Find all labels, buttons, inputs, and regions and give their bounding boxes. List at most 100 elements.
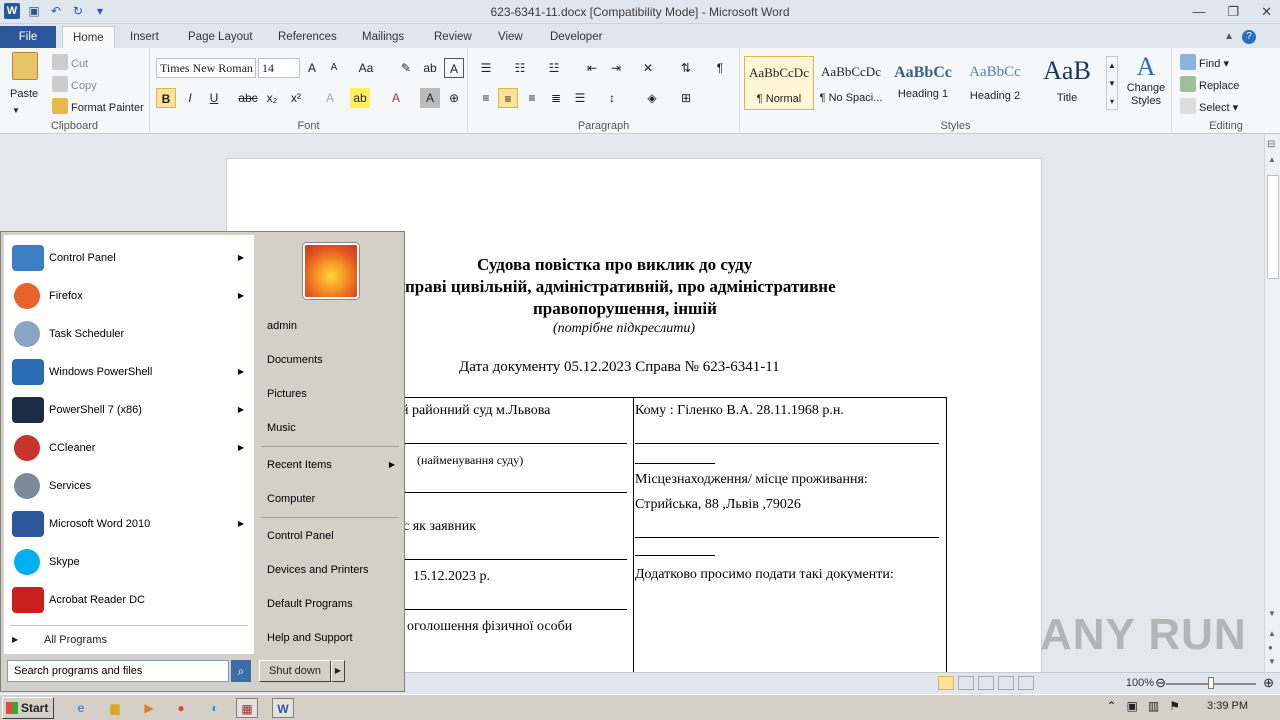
place-music[interactable]: Music	[259, 417, 401, 439]
program-skype[interactable]: Skype	[4, 545, 254, 579]
explorer-icon[interactable]: ▆	[104, 698, 126, 718]
tab-insert[interactable]: Insert	[120, 26, 169, 48]
word-taskbar-icon[interactable]: W	[272, 698, 294, 718]
chrome-icon[interactable]: ●	[170, 698, 192, 718]
sort-icon[interactable]: ⇅	[676, 58, 696, 78]
zoom-out-icon[interactable]: ⊖	[1155, 675, 1166, 691]
subscript-icon[interactable]: x₂	[262, 88, 282, 108]
media-player-icon[interactable]: ▶	[138, 698, 160, 718]
asian-layout-icon[interactable]: ✕	[638, 58, 658, 78]
tray-app-icon[interactable]: ▣	[1127, 699, 1138, 713]
enclose-characters-icon[interactable]: ⊕	[444, 88, 464, 108]
styles-scroll[interactable]: ▲ ▼ ▾	[1106, 56, 1118, 110]
program-firefox[interactable]: Firefox ▶	[4, 279, 254, 313]
print-layout-icon[interactable]	[938, 676, 954, 690]
minimize-icon[interactable]: —	[1192, 4, 1205, 20]
replace-button[interactable]: Replace	[1180, 76, 1239, 92]
copy-button[interactable]: Copy	[52, 76, 97, 92]
highlight-icon[interactable]: ab	[350, 88, 370, 108]
all-programs-button[interactable]: ▶ All Programs	[4, 630, 252, 650]
change-styles-button[interactable]: A Change Styles	[1124, 52, 1168, 108]
style-no-spacing[interactable]: AaBbCcDc ¶ No Spaci...	[816, 56, 886, 110]
scroll-up-icon[interactable]: ▲	[1268, 155, 1276, 164]
phonetic-guide-icon[interactable]: ab	[420, 58, 440, 78]
justify-icon[interactable]: ≣	[546, 88, 566, 108]
clock[interactable]: 3:39 PM	[1207, 700, 1248, 712]
place-recent-items[interactable]: Recent Items ▶	[259, 454, 401, 476]
program-word-2010[interactable]: Microsoft Word 2010 ▶	[4, 507, 254, 541]
shading-icon[interactable]: ◈	[642, 88, 662, 108]
grow-font-icon[interactable]: A	[302, 58, 322, 78]
minimize-ribbon-icon[interactable]: ▲	[1224, 31, 1234, 42]
edge-icon[interactable]: ◐	[204, 698, 226, 718]
bullets-icon[interactable]: ☰	[476, 58, 496, 78]
search-input[interactable]: Search programs and files	[7, 660, 229, 682]
character-border-icon[interactable]: A	[444, 58, 464, 78]
zoom-slider-knob[interactable]	[1208, 677, 1214, 689]
underline-icon[interactable]: U	[204, 88, 224, 108]
tab-view[interactable]: View	[488, 26, 533, 48]
paste-button[interactable]	[8, 52, 42, 92]
program-task-scheduler[interactable]: Task Scheduler	[4, 317, 254, 351]
paste-dropdown-icon[interactable]: ▼	[12, 106, 20, 115]
maximize-icon[interactable]: ❐	[1227, 4, 1239, 20]
distributed-icon[interactable]: ☰	[570, 88, 590, 108]
shrink-font-icon[interactable]: A	[324, 58, 344, 78]
tab-references[interactable]: References	[268, 26, 347, 48]
borders-icon[interactable]: ⊞	[676, 88, 696, 108]
show-marks-icon[interactable]: ¶	[710, 58, 730, 78]
network-icon[interactable]: ▥	[1148, 699, 1159, 713]
tray-expand-icon[interactable]: ⌃	[1106, 699, 1116, 713]
program-services[interactable]: Services	[4, 469, 254, 503]
align-center-icon[interactable]: ≡	[498, 88, 518, 108]
program-acrobat-reader[interactable]: Acrobat Reader DC	[4, 583, 254, 617]
style-normal[interactable]: AaBbCcDc ¶ Normal	[744, 56, 814, 110]
winrar-icon[interactable]: ▦	[236, 698, 258, 718]
zoom-level[interactable]: 100%	[1126, 677, 1154, 689]
style-heading-2[interactable]: AaBbCc Heading 2	[960, 56, 1030, 110]
tab-file[interactable]: File	[0, 26, 56, 48]
full-screen-icon[interactable]	[958, 676, 974, 690]
zoom-in-icon[interactable]: ⊕	[1263, 675, 1274, 691]
program-powershell-7[interactable]: PowerShell 7 (x86) ▶	[4, 393, 254, 427]
place-admin[interactable]: admin	[259, 315, 401, 337]
italic-icon[interactable]: I	[180, 88, 200, 108]
outline-icon[interactable]	[998, 676, 1014, 690]
browse-object-icon[interactable]: ●	[1268, 643, 1273, 652]
font-color-icon[interactable]: A	[386, 88, 406, 108]
bold-icon[interactable]: B	[156, 88, 176, 108]
superscript-icon[interactable]: x²	[286, 88, 306, 108]
align-right-icon[interactable]: ≡	[522, 88, 542, 108]
ie-icon[interactable]: e	[70, 698, 92, 718]
line-spacing-icon[interactable]: ↕	[602, 88, 622, 108]
shutdown-button[interactable]: Shut down	[259, 660, 331, 682]
change-case-icon[interactable]: Aa	[356, 58, 376, 78]
increase-indent-icon[interactable]: ⇥	[606, 58, 626, 78]
text-effects-icon[interactable]: A	[320, 88, 340, 108]
draft-icon[interactable]	[1018, 676, 1034, 690]
program-windows-powershell[interactable]: Windows PowerShell ▶	[4, 355, 254, 389]
user-avatar[interactable]	[303, 243, 359, 299]
program-control-panel[interactable]: Control Panel ▶	[4, 241, 254, 275]
find-button[interactable]: Find ▾	[1180, 54, 1229, 70]
ruler-toggle-icon[interactable]: ⊟	[1267, 139, 1275, 150]
place-help-support[interactable]: Help and Support	[259, 627, 401, 649]
character-shading-icon[interactable]: A	[420, 88, 440, 108]
decrease-indent-icon[interactable]: ⇤	[582, 58, 602, 78]
numbering-icon[interactable]: ☷	[510, 58, 530, 78]
tab-home[interactable]: Home	[62, 26, 115, 48]
style-title[interactable]: AaB Title	[1032, 56, 1102, 110]
close-icon[interactable]: ✕	[1261, 4, 1272, 20]
help-icon[interactable]: ?	[1242, 30, 1256, 44]
style-heading-1[interactable]: AaBbCc Heading 1	[888, 56, 958, 110]
place-control-panel[interactable]: Control Panel	[259, 525, 401, 547]
font-name-combo[interactable]: Times New Roman	[156, 58, 256, 78]
strikethrough-icon[interactable]: abc	[238, 88, 258, 108]
place-devices-printers[interactable]: Devices and Printers	[259, 559, 401, 581]
scroll-thumb[interactable]	[1267, 175, 1279, 279]
scroll-down-icon[interactable]: ▼	[1268, 609, 1276, 618]
place-computer[interactable]: Computer	[259, 488, 401, 510]
shutdown-options-icon[interactable]: ▶	[331, 660, 345, 682]
prev-page-icon[interactable]: ▲	[1268, 629, 1276, 638]
multilevel-list-icon[interactable]: ☳	[544, 58, 564, 78]
